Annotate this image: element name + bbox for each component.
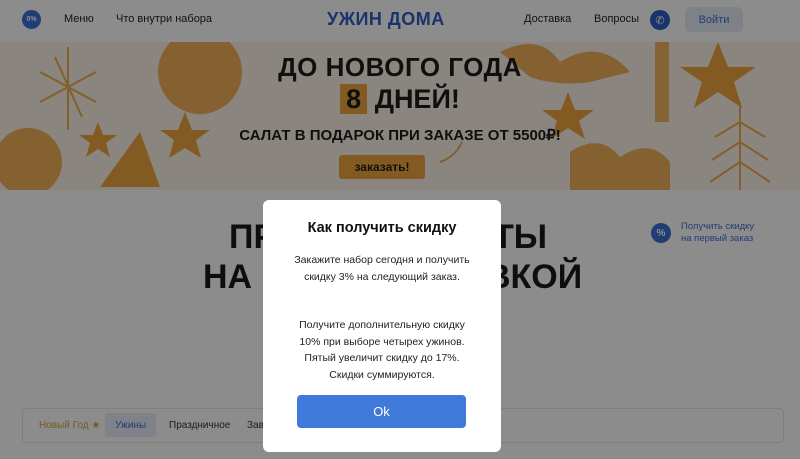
- discount-modal: Как получить скидку Закажите набор сегод…: [263, 200, 501, 452]
- modal-paragraph-1: Закажите набор сегодня и получить скидку…: [294, 254, 470, 283]
- ok-button[interactable]: Ok: [297, 395, 466, 428]
- modal-paragraph-2: Получите дополнительную скидку 10% при в…: [299, 319, 465, 381]
- modal-title: Как получить скидку: [307, 220, 457, 236]
